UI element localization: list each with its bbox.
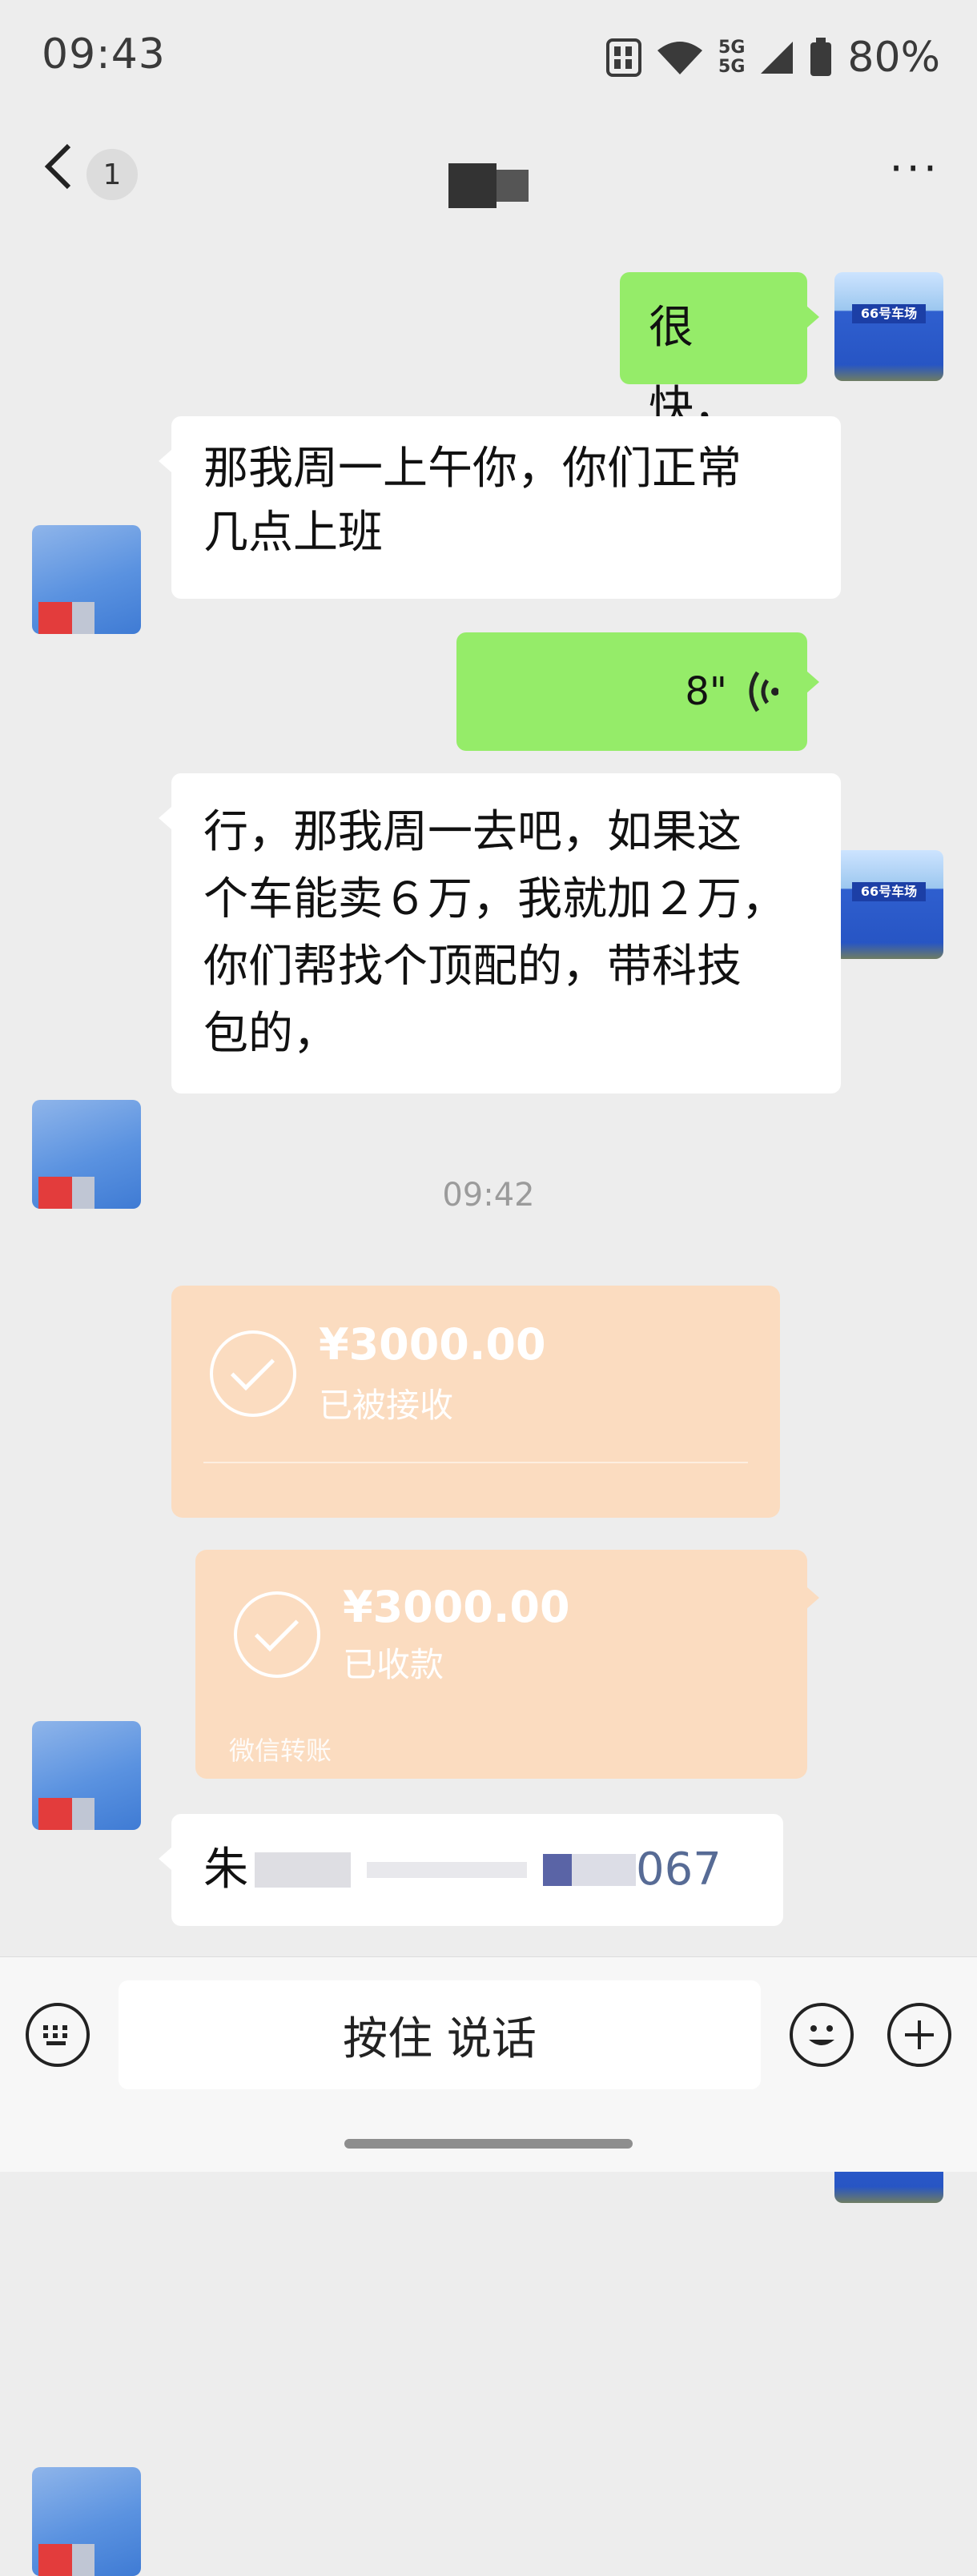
transfer-divider xyxy=(203,1462,748,1463)
signal-icon xyxy=(761,42,794,74)
transfer-amount: ¥3000.00 xyxy=(343,1582,570,1632)
back-chevron-icon[interactable] xyxy=(42,142,74,191)
transfer-footer: 微信转账 xyxy=(229,1735,332,1766)
plus-icon[interactable] xyxy=(887,2003,951,2067)
message-line: 个车能卖６万，我就加２万， xyxy=(203,873,786,925)
sent-voice-message[interactable]: 8" xyxy=(456,632,807,751)
message-line: 行，那我周一去吧，如果这 xyxy=(203,806,742,858)
transfer-status: 已收款 xyxy=(343,1645,444,1684)
transfer-status: 已被接收 xyxy=(319,1386,454,1425)
hold-to-talk-button[interactable]: 按住 说话 xyxy=(119,1980,761,2089)
keyboard-icon[interactable] xyxy=(26,2003,90,2067)
battery-level: 80% xyxy=(847,34,940,82)
bubble-tail xyxy=(159,450,171,472)
contact-avatar[interactable] xyxy=(32,2467,141,2576)
bubble-tail xyxy=(159,807,171,829)
emoji-icon[interactable] xyxy=(790,2003,854,2067)
message-text: 很快， xyxy=(649,302,738,434)
message-line: 包的， xyxy=(203,1008,338,1060)
battery-icon xyxy=(810,38,832,76)
message-timestamp: 09:42 xyxy=(442,1177,535,1214)
received-message-bubble[interactable]: 行，那我周一去吧，如果这 个车能卖６万，我就加２万， 你们帮找个顶配的，带科技 … xyxy=(171,773,841,1093)
message-line: 几点上班 xyxy=(203,507,383,559)
contact-avatar[interactable] xyxy=(32,1721,141,1830)
my-avatar[interactable]: 66号车场 xyxy=(834,272,943,381)
network-label: 5G 5G xyxy=(718,38,746,77)
redacted-text xyxy=(572,1854,636,1886)
check-circle-icon xyxy=(234,1591,320,1678)
status-time: 09:43 xyxy=(42,30,166,78)
transfer-card-received[interactable]: ¥3000.00 已被接收 xyxy=(171,1286,780,1518)
avatar-sign-text: 66号车场 xyxy=(852,304,926,323)
received-message-bubble[interactable]: 那我周一上午你，你们正常 几点上班 xyxy=(171,416,841,599)
voice-wave-icon xyxy=(749,671,778,712)
message-line: 那我周一上午你，你们正常 xyxy=(203,443,742,495)
redacted-text xyxy=(367,1862,527,1878)
status-icons: 5G 5G 80% xyxy=(606,34,940,82)
contact-avatar[interactable] xyxy=(32,525,141,634)
my-avatar[interactable]: 66号车场 xyxy=(834,850,943,959)
message-text-suffix: 067 xyxy=(636,1844,722,1896)
chat-title-redacted[interactable] xyxy=(448,152,553,216)
transfer-card-sent[interactable]: ¥3000.00 已收款 微信转账 xyxy=(195,1550,807,1779)
bubble-tail xyxy=(159,1848,171,1870)
wifi-icon xyxy=(657,42,703,74)
avatar-sign-text: 66号车场 xyxy=(852,882,926,901)
check-circle-icon xyxy=(210,1330,296,1417)
message-line: 你们帮找个顶配的，带科技 xyxy=(203,941,742,993)
home-indicator[interactable] xyxy=(344,2139,633,2149)
bubble-tail xyxy=(806,306,819,328)
redacted-text xyxy=(255,1852,351,1888)
unread-count-badge: 1 xyxy=(86,149,138,200)
more-options-button[interactable]: ··· xyxy=(890,147,941,191)
transfer-amount: ¥3000.00 xyxy=(319,1319,546,1370)
sent-message-bubble[interactable]: 很快， xyxy=(620,272,807,434)
bubble-tail xyxy=(806,671,819,693)
voice-duration: 8" xyxy=(685,669,727,714)
hd-icon xyxy=(606,38,642,77)
redacted-text xyxy=(543,1854,572,1886)
bubble-tail xyxy=(806,1587,819,1609)
message-text-prefix: 朱 xyxy=(203,1844,248,1896)
received-message-bubble[interactable]: 朱 067 xyxy=(171,1814,783,1926)
